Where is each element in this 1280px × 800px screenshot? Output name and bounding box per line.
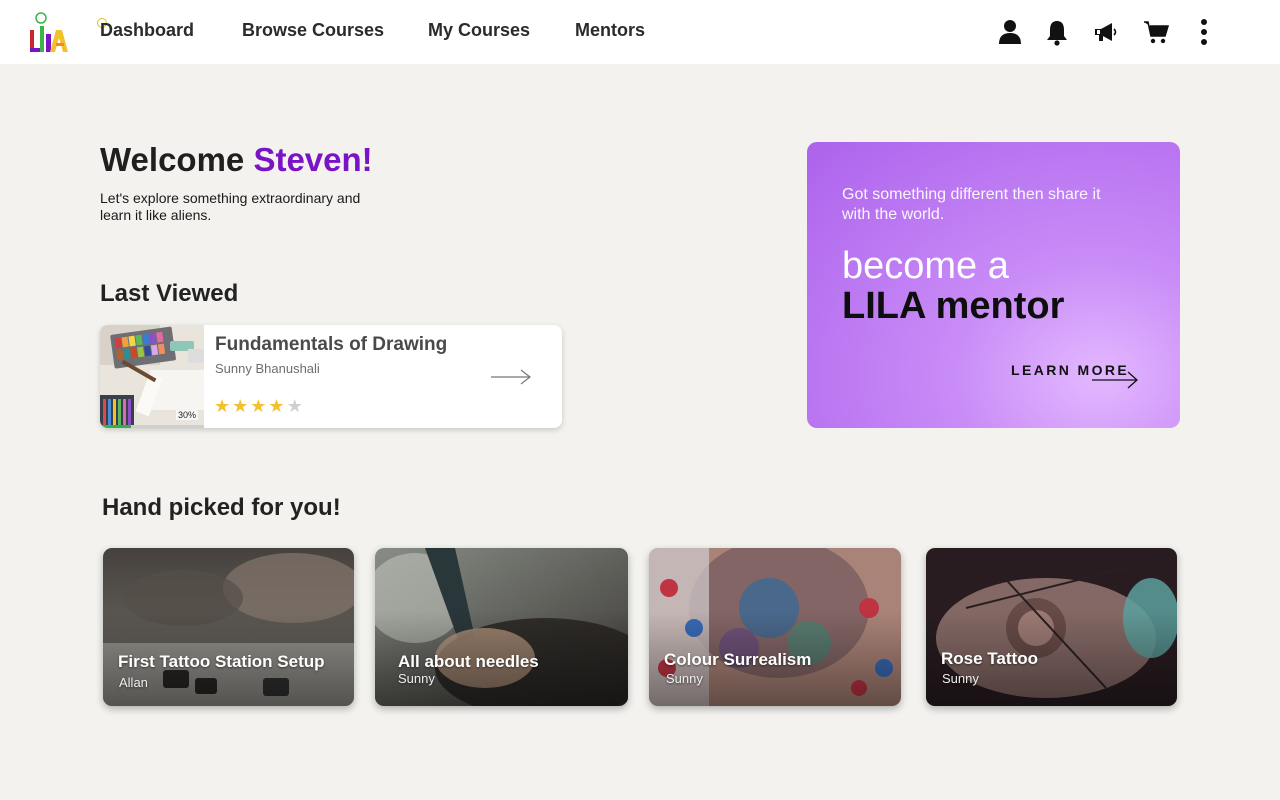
card-author: Sunny	[666, 671, 703, 686]
star-filled-icon: ★	[250, 396, 267, 416]
megaphone-icon[interactable]	[1092, 18, 1118, 46]
course-card-first-tattoo-station-setup[interactable]: First Tattoo Station Setup Allan	[103, 548, 354, 706]
card-title: Rose Tattoo	[941, 649, 1038, 668]
hand-picked-heading: Hand picked for you!	[102, 494, 341, 521]
star-filled-icon: ★	[214, 396, 231, 416]
lila-logo[interactable]	[26, 10, 72, 56]
last-viewed-course-card[interactable]: 30% Fundamentals of Drawing Sunny Bhanus…	[100, 325, 562, 428]
course-card-colour-surrealism[interactable]: Colour Surrealism Sunny	[649, 548, 901, 706]
card-title: All about needles	[398, 652, 539, 671]
welcome-heading: Welcome Steven!	[100, 141, 373, 179]
bell-icon[interactable]	[1044, 18, 1070, 46]
last-viewed-heading: Last Viewed	[100, 280, 239, 307]
course-thumbnail: 30%	[100, 325, 204, 428]
card-title: Colour Surrealism	[664, 650, 812, 669]
course-progress-bar	[100, 425, 204, 428]
course-title: Fundamentals of Drawing	[215, 334, 448, 355]
arrow-right-icon[interactable]	[490, 365, 532, 389]
welcome-greeting: Welcome	[100, 141, 245, 178]
top-nav-bar: Dashboard Browse Courses My Courses Ment…	[0, 0, 1280, 64]
nav-my-courses[interactable]: My Courses	[428, 20, 530, 41]
course-progress-fill	[100, 425, 132, 428]
star-filled-icon: ★	[268, 396, 285, 416]
user-icon[interactable]	[997, 18, 1023, 46]
nav-dashboard[interactable]: Dashboard	[100, 20, 194, 41]
card-author: Sunny	[398, 671, 435, 686]
star-empty-icon: ★	[286, 396, 303, 416]
more-vertical-icon[interactable]	[1191, 18, 1217, 46]
promo-headline-line2: LILA mentor	[842, 285, 1065, 327]
course-author: Sunny Bhanushali	[215, 361, 320, 376]
arrow-right-icon	[1091, 370, 1139, 390]
card-title: First Tattoo Station Setup	[118, 652, 325, 671]
course-card-rose-tattoo[interactable]: Rose Tattoo Sunny	[926, 548, 1177, 706]
course-progress-percent: 30%	[175, 410, 198, 420]
welcome-subtitle: Let's explore something extraordinary an…	[100, 190, 361, 223]
card-author: Allan	[119, 675, 148, 690]
become-mentor-banner[interactable]: Got something different then share it wi…	[807, 142, 1180, 428]
nav-mentors[interactable]: Mentors	[575, 20, 645, 41]
course-rating-stars: ★ ★ ★ ★ ★	[214, 397, 303, 415]
welcome-user-name: Steven!	[253, 141, 373, 178]
promo-subtitle: Got something different then share it wi…	[842, 186, 1101, 223]
card-author: Sunny	[942, 671, 979, 686]
course-card-all-about-needles[interactable]: All about needles Sunny	[375, 548, 628, 706]
star-filled-icon: ★	[232, 396, 249, 416]
cart-icon[interactable]	[1143, 18, 1169, 46]
nav-browse-courses[interactable]: Browse Courses	[242, 20, 384, 41]
promo-headline-line1: become a	[842, 245, 1009, 287]
